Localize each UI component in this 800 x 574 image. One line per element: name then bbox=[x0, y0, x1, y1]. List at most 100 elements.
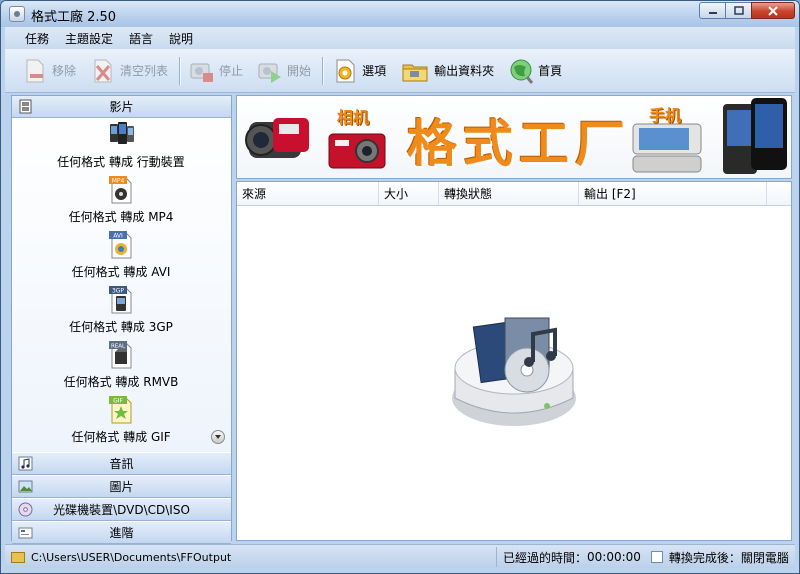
output-folder-button[interactable]: 輸出資料夾 bbox=[397, 54, 497, 88]
output-path-area[interactable]: C:\Users\USER\Documents\FFOutput bbox=[11, 547, 497, 567]
format-item-avi[interactable]: AVI 任何格式 轉成 AVI bbox=[12, 228, 230, 283]
camcorder-image bbox=[245, 118, 309, 158]
avi-badge: AVI bbox=[113, 233, 123, 240]
category-video-label: 影片 bbox=[109, 100, 134, 114]
clear-list-icon bbox=[94, 59, 112, 82]
mp4-badge: MP4 bbox=[112, 178, 125, 185]
output-path: C:\Users\USER\Documents\FFOutput bbox=[31, 550, 232, 564]
3gp-badge: 3GP bbox=[112, 288, 124, 295]
menu-help[interactable]: 說明 bbox=[169, 30, 193, 47]
category-video[interactable]: 影片 bbox=[12, 96, 231, 118]
stop-icon bbox=[190, 63, 214, 82]
toolbar: 移除 清空列表 停止 開始 選項 輸出資料夾 首頁 bbox=[5, 49, 795, 93]
category-picture[interactable]: 圖片 bbox=[12, 475, 231, 498]
maximize-icon bbox=[733, 6, 744, 15]
elapsed-label: 已經過的時間： bbox=[503, 550, 588, 565]
format-item-label: 任何格式 轉成 MP4 bbox=[68, 210, 174, 224]
format-item-rmvb[interactable]: REAL 任何格式 轉成 RMVB bbox=[12, 338, 230, 393]
options-button[interactable]: 選項 bbox=[329, 54, 389, 88]
mobile-devices-icon bbox=[110, 122, 134, 144]
format-item-label: 任何格式 轉成 3GP bbox=[69, 320, 173, 334]
menu-language[interactable]: 語言 bbox=[129, 30, 153, 47]
format-item-mobile[interactable]: 任何格式 轉成 行動裝置 bbox=[12, 118, 230, 173]
folder-icon bbox=[11, 551, 25, 563]
pda-phones-image bbox=[723, 98, 787, 174]
format-item-mp4[interactable]: MP4 任何格式 轉成 MP4 bbox=[12, 173, 230, 228]
column-status[interactable]: 轉換狀態 bbox=[439, 182, 579, 205]
3gp-file-icon: 3GP bbox=[109, 286, 132, 314]
output-folder-label: 輸出資料夾 bbox=[434, 64, 495, 78]
rmvb-file-icon: REAL bbox=[109, 341, 132, 369]
rmvb-badge: REAL bbox=[111, 344, 126, 350]
home-icon bbox=[510, 59, 534, 84]
category-disc[interactable]: 光碟機裝置\DVD\CD\ISO bbox=[12, 498, 231, 521]
category-disc-label: 光碟機裝置\DVD\CD\ISO bbox=[53, 503, 190, 517]
start-icon bbox=[258, 63, 282, 83]
banner-main-text: 格式工厂 bbox=[407, 115, 631, 173]
remove-button[interactable]: 移除 bbox=[19, 54, 79, 88]
options-label: 選項 bbox=[362, 64, 387, 78]
shutdown-label: 轉換完成後：關閉電腦 bbox=[668, 550, 789, 565]
start-button[interactable]: 開始 bbox=[254, 54, 314, 88]
options-icon bbox=[336, 59, 355, 82]
format-item-label: 任何格式 轉成 AVI bbox=[71, 265, 171, 279]
app-icon[interactable] bbox=[9, 6, 25, 22]
output-folder-icon bbox=[402, 64, 428, 81]
close-icon bbox=[768, 5, 778, 16]
avi-file-icon: AVI bbox=[109, 231, 132, 259]
close-button[interactable] bbox=[751, 2, 795, 19]
column-source[interactable]: 來源 bbox=[237, 182, 379, 205]
task-list: 來源 大小 轉換狀態 輸出 [F2] bbox=[236, 181, 792, 541]
stop-button[interactable]: 停止 bbox=[186, 54, 246, 88]
music-note-icon bbox=[18, 456, 33, 471]
format-item-3gp[interactable]: 3GP 任何格式 轉成 3GP bbox=[12, 283, 230, 338]
film-icon bbox=[19, 99, 32, 114]
status-info: 已經過的時間： 00:00:00 轉換完成後：關閉電腦 bbox=[503, 547, 789, 567]
column-output[interactable]: 輸出 [F2] bbox=[579, 182, 767, 205]
home-button[interactable]: 首頁 bbox=[505, 54, 565, 88]
menu-bar: 任務 主題設定 語言 說明 bbox=[5, 27, 795, 49]
gif-file-icon: GIF bbox=[109, 396, 132, 424]
start-label: 開始 bbox=[287, 64, 312, 78]
remove-icon bbox=[26, 59, 44, 82]
window-controls bbox=[699, 2, 795, 19]
video-format-list: 任何格式 轉成 行動裝置 MP4 任何格式 轉成 MP4 AVI 任何格式 轉成… bbox=[12, 118, 231, 452]
task-list-header: 來源 大小 轉換狀態 輸出 [F2] bbox=[237, 182, 791, 206]
remove-label: 移除 bbox=[52, 64, 77, 78]
shutdown-checkbox[interactable] bbox=[650, 551, 663, 563]
scroll-down-icon[interactable] bbox=[211, 430, 225, 444]
clear-list-label: 清空列表 bbox=[120, 64, 169, 78]
banner: 相机 格式工厂 手机 bbox=[236, 95, 792, 179]
minimize-button[interactable] bbox=[699, 2, 726, 19]
format-item-label: 任何格式 轉成 行動裝置 bbox=[57, 155, 185, 169]
category-audio[interactable]: 音訊 bbox=[12, 452, 231, 475]
category-panel: 影片 任何格式 轉成 行動裝置 MP4 任何格式 轉成 MP4 AVI 任何格式… bbox=[11, 95, 232, 544]
category-advanced[interactable]: 進階 bbox=[12, 521, 231, 544]
menu-task[interactable]: 任務 bbox=[25, 30, 49, 47]
picture-icon bbox=[18, 480, 33, 493]
minimize-icon bbox=[708, 11, 717, 14]
format-item-label: 任何格式 轉成 GIF bbox=[71, 430, 171, 444]
app-window: 格式工廠 2.50 任務 主題設定 語言 說明 移除 清空列表 停止 開始 選項… bbox=[0, 0, 800, 574]
toolbar-separator bbox=[322, 56, 324, 85]
stop-label: 停止 bbox=[219, 64, 244, 78]
gif-badge: GIF bbox=[113, 398, 123, 405]
title-bar: 格式工廠 2.50 bbox=[1, 1, 799, 27]
mp4-file-icon: MP4 bbox=[109, 176, 132, 204]
maximize-button[interactable] bbox=[725, 2, 752, 19]
format-item-gif[interactable]: GIF 任何格式 轉成 GIF bbox=[12, 393, 230, 448]
toolbar-separator bbox=[179, 56, 181, 85]
column-size[interactable]: 大小 bbox=[379, 182, 439, 205]
status-bar: C:\Users\USER\Documents\FFOutput 已經過的時間：… bbox=[5, 544, 795, 568]
elapsed-time: 00:00:00 bbox=[587, 550, 641, 564]
disc-icon bbox=[18, 502, 33, 517]
home-label: 首頁 bbox=[538, 64, 563, 78]
category-advanced-label: 進階 bbox=[109, 526, 134, 540]
smartphone-image bbox=[632, 123, 702, 173]
camera-image bbox=[328, 133, 386, 169]
clear-list-button[interactable]: 清空列表 bbox=[87, 54, 171, 88]
format-factory-logo bbox=[452, 317, 576, 426]
other-categories: 音訊 圖片 光碟機裝置\DVD\CD\ISO 進階 bbox=[12, 452, 231, 544]
window-title: 格式工廠 2.50 bbox=[31, 10, 117, 25]
menu-theme[interactable]: 主題設定 bbox=[65, 30, 113, 47]
